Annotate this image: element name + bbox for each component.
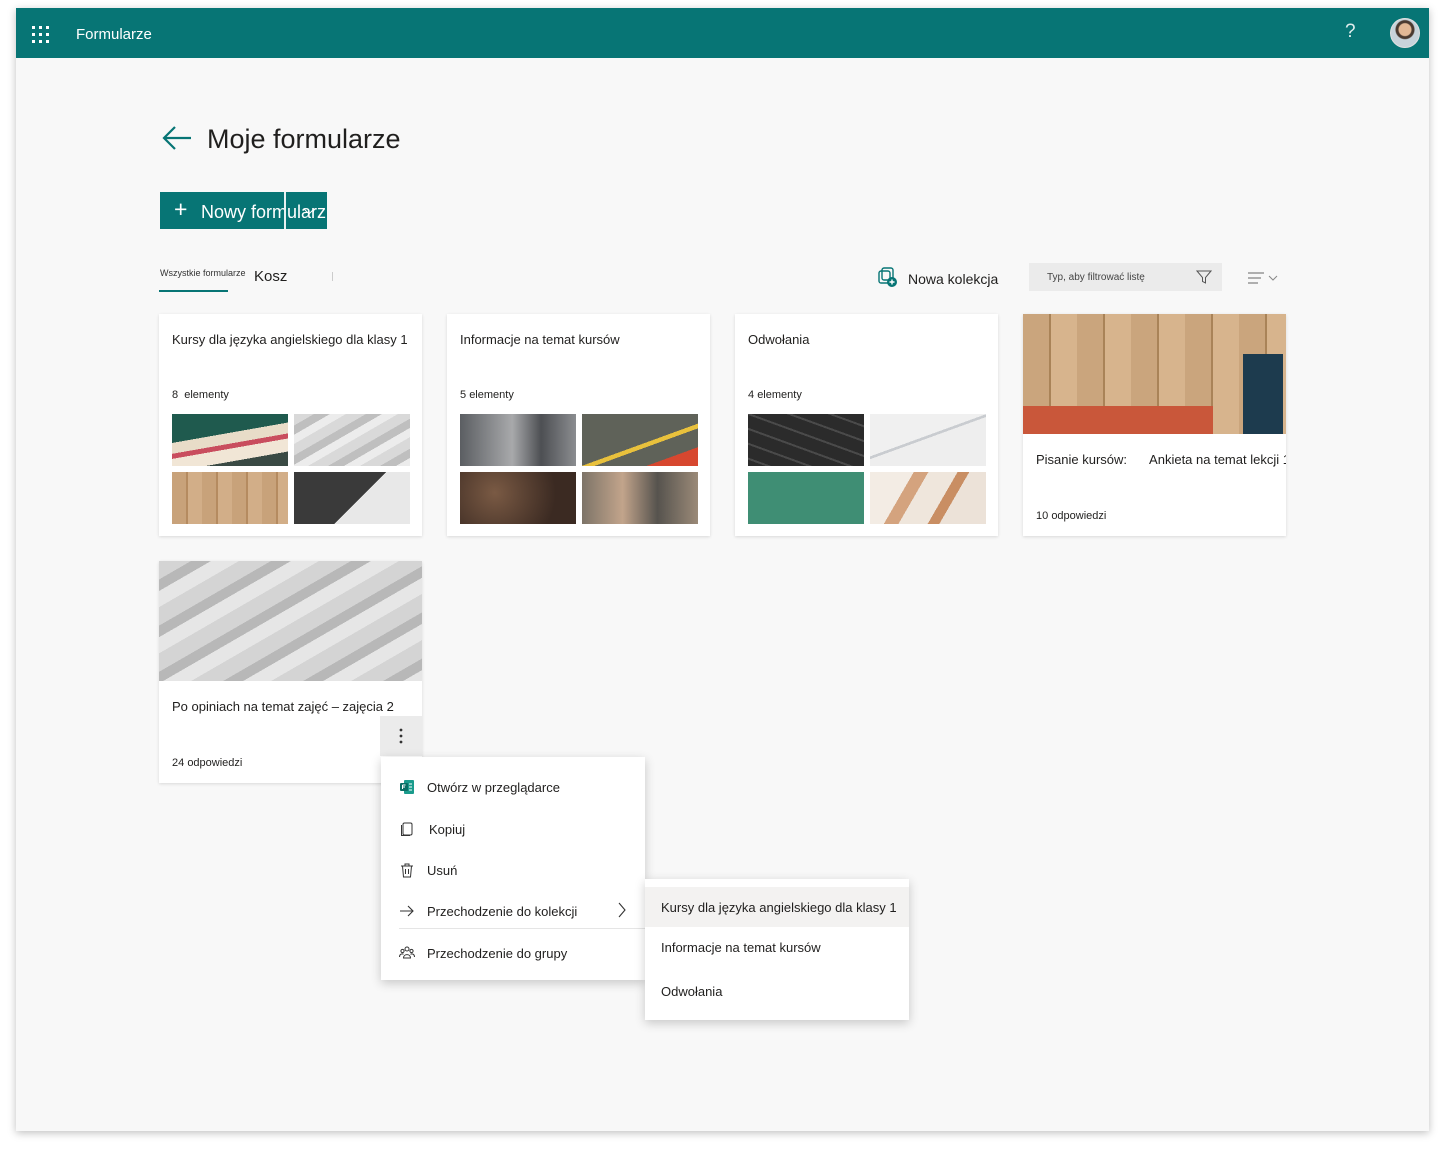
tab-trash[interactable]: Kosz	[254, 268, 287, 285]
menu-item-label: Usuń	[427, 863, 458, 878]
collection-thumbnail	[172, 472, 288, 524]
new-collection-label: Nowa kolekcja	[908, 271, 999, 287]
filter-placeholder: Typ, aby filtrować listę	[1047, 272, 1145, 283]
collection-thumbnail	[460, 414, 576, 466]
form-responses: 24 odpowiedzi	[172, 757, 243, 769]
collection-card[interactable]: Odwołania 4 elementy	[735, 314, 998, 536]
new-collection-icon	[878, 267, 897, 287]
tab-divider	[332, 272, 333, 281]
collection-thumbnail	[870, 414, 986, 466]
collection-submenu: Kursy dla języka angielskiego dla klasy …	[645, 879, 909, 1020]
collection-count: 4 elementy	[748, 389, 802, 401]
help-icon[interactable]: ?	[1345, 21, 1356, 43]
more-vertical-icon	[399, 728, 403, 744]
submenu-item-label: Kursy dla języka angielskiego dla klasy …	[661, 900, 897, 915]
context-menu: Otwórz w przeglądarce Kopiuj Usuń Przech…	[381, 757, 645, 980]
tab-all-forms[interactable]: Wszystkie formularze	[160, 268, 246, 278]
collection-title: Odwołania	[748, 332, 810, 347]
split-divider	[284, 192, 286, 229]
collection-title: Informacje na temat kursów	[460, 332, 620, 347]
menu-item-move-to-group[interactable]: Przechodzenie do grupy	[381, 935, 645, 971]
forms-icon	[400, 780, 414, 794]
menu-item-open-in-browser[interactable]: Otwórz w przeglądarce	[381, 769, 645, 805]
copy-icon	[401, 822, 413, 836]
menu-item-delete[interactable]: Usuń	[381, 852, 645, 888]
form-cover-image	[1023, 314, 1286, 434]
submenu-item-label: Odwołania	[661, 984, 723, 999]
collection-title: Kursy dla języka angielskiego dla klasy …	[172, 332, 408, 347]
menu-item-label: Przechodzenie do kolekcji	[427, 904, 578, 919]
collection-thumbnail	[460, 472, 576, 524]
collection-thumbnail	[582, 414, 698, 466]
group-icon	[399, 946, 415, 959]
filter-input[interactable]: Typ, aby filtrować listę	[1029, 263, 1222, 291]
submenu-item[interactable]: Informacje na temat kursów	[645, 929, 909, 969]
plus-icon: +	[174, 196, 188, 222]
collection-thumbnail	[870, 472, 986, 524]
collection-count: 8 elementy	[172, 389, 229, 401]
form-card[interactable]: Pisanie kursów: Ankieta na temat lekcji 1…	[1023, 314, 1286, 536]
collection-count: 5 elementy	[460, 389, 514, 401]
submenu-item[interactable]: Kursy dla języka angielskiego dla klasy …	[645, 887, 909, 927]
menu-item-copy[interactable]: Kopiuj	[381, 811, 645, 847]
submenu-item-label: Informacje na temat kursów	[661, 940, 821, 955]
filter-icon[interactable]	[1196, 269, 1212, 285]
menu-item-label: Otwórz w przeglądarce	[427, 780, 560, 795]
sort-icon[interactable]	[1246, 270, 1280, 286]
menu-divider	[399, 928, 645, 929]
top-bar: Formularze ?	[16, 8, 1429, 58]
avatar[interactable]	[1390, 18, 1420, 48]
collection-thumbnail	[748, 414, 864, 466]
form-cover-image	[159, 561, 422, 681]
collection-thumbnail	[172, 414, 288, 466]
form-title: Po opiniach na temat zajęć – zajęcia 2	[172, 699, 394, 714]
back-arrow-icon[interactable]	[161, 122, 193, 154]
menu-item-label: Przechodzenie do grupy	[427, 946, 568, 961]
collection-thumbnail	[748, 472, 864, 524]
collection-thumbnail	[582, 472, 698, 524]
page-title: Moje formularze	[207, 124, 401, 154]
app-title[interactable]: Formularze	[76, 26, 152, 43]
menu-item-label: Kopiuj	[429, 822, 466, 837]
active-tab-indicator	[159, 290, 228, 292]
chevron-right-icon	[618, 902, 626, 918]
collection-card[interactable]: Kursy dla języka angielskiego dla klasy …	[159, 314, 422, 536]
form-card[interactable]: Po opiniach na temat zajęć – zajęcia 2 2…	[159, 561, 422, 783]
trash-icon	[401, 863, 413, 878]
new-form-button[interactable]: + Nowy formularz	[160, 192, 327, 229]
collection-card[interactable]: Informacje na temat kursów 5 elementy	[447, 314, 710, 536]
form-title: Pisanie kursów: Ankieta na temat lekcji 1…	[1036, 452, 1286, 467]
menu-item-move-to-collection[interactable]: Przechodzenie do kolekcji	[381, 893, 645, 929]
collection-thumbnail	[294, 472, 410, 524]
collection-thumbnail	[294, 414, 410, 466]
app-launcher-icon[interactable]	[32, 26, 49, 43]
more-options-button[interactable]	[380, 716, 422, 756]
submenu-item[interactable]: Odwołania	[645, 971, 909, 1011]
app-window: Formularze ? Moje formularze + Nowy form…	[16, 8, 1429, 1131]
form-responses: 10 odpowiedzi	[1036, 510, 1107, 522]
arrow-right-icon	[400, 905, 414, 917]
